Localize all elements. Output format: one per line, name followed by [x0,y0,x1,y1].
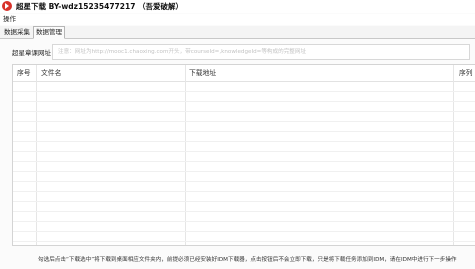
table-row-line [13,111,475,112]
table-row-line [13,211,475,212]
tab-strip: 数据采集 数据管理 [0,26,475,39]
column-header-download-url[interactable]: 下载地址 [189,65,216,81]
table-row-line [13,101,475,102]
table-row-line [13,131,475,132]
footer-instructions: 勾选后点击“下载选中”将下载到桌面相应文件夹内，前提必须已经安装好IDM下载器，… [38,257,457,263]
table-header: 序号 文件名 下载地址 序列 [13,65,475,82]
column-header-filename[interactable]: 文件名 [41,65,61,81]
menu-item-operate[interactable]: 操作 [3,14,16,25]
table-row-line [13,151,475,152]
table-row-line [13,201,475,202]
column-divider [453,65,454,245]
table-row-line [13,171,475,172]
table-row-line [13,161,475,162]
tab-data-collect[interactable]: 数据采集 [2,27,32,37]
table-row-line [13,221,475,222]
table-row-line [13,191,475,192]
column-divider [36,65,37,245]
app-window: 超星下载 BY-wdz15235477217 （吾爱破解） 操作 数据采集 数据… [0,0,475,269]
table-row-line [13,241,475,242]
table-row-line [13,121,475,122]
column-header-index[interactable]: 序号 [17,65,31,81]
app-logo-icon [2,1,12,11]
course-url-input[interactable] [52,44,470,60]
tab-data-manage[interactable]: 数据管理 [33,26,65,39]
column-header-sequence[interactable]: 序列 [459,65,473,81]
window-title: 超星下载 BY-wdz15235477217 （吾爱破解） [16,2,184,11]
url-field-label: 超星章课网址 [12,49,51,57]
menu-bar: 操作 [0,14,475,25]
table-row-line [13,141,475,142]
table-row-line [13,91,475,92]
title-bar: 超星下载 BY-wdz15235477217 （吾爱破解） [0,0,475,13]
table-row-line [13,181,475,182]
column-divider [185,65,186,245]
download-table: 序号 文件名 下载地址 序列 [12,64,475,246]
table-row-line [13,231,475,232]
